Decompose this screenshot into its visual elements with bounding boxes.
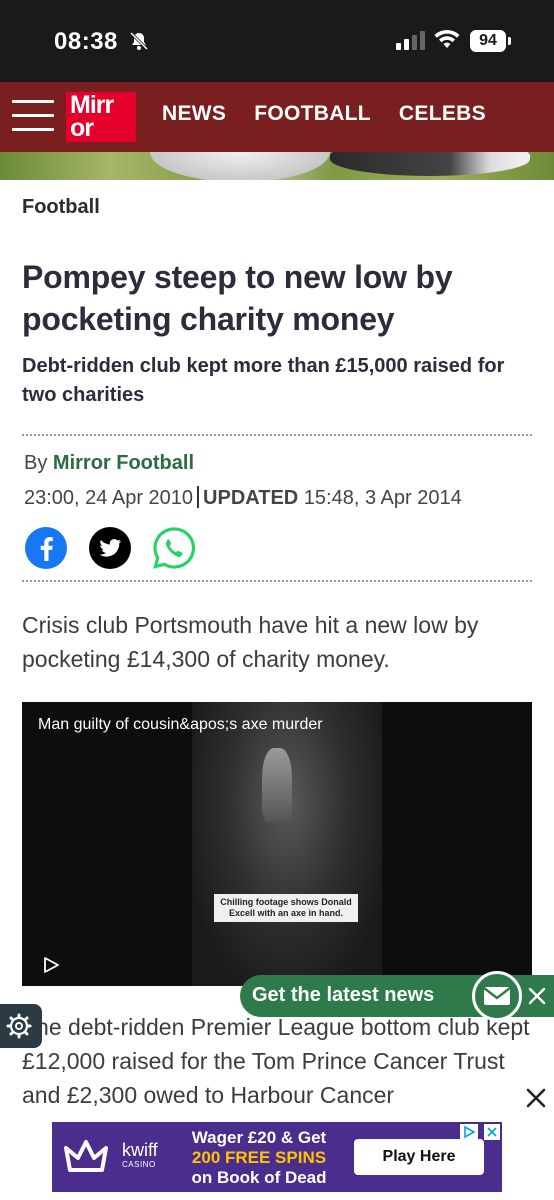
mirror-logo[interactable]: Mirr or [66, 92, 136, 142]
bell-muted-icon [129, 31, 149, 51]
ad-offer-line2: 200 FREE SPINS [191, 1148, 327, 1167]
ad-close-button[interactable] [518, 1080, 554, 1116]
article-headline: Pompey steep to new low by pocketing cha… [22, 259, 453, 337]
nav-link-news[interactable]: NEWS [162, 102, 226, 126]
close-icon[interactable] [526, 985, 548, 1007]
date-separator [197, 486, 200, 508]
site-header: Mirr or NEWS FOOTBALL CELEBS [0, 82, 554, 152]
video-frame [192, 702, 382, 986]
nav-links: NEWS FOOTBALL CELEBS [162, 102, 486, 126]
close-icon [526, 1088, 546, 1108]
ad-offer-line3: on Book of Dead [191, 1168, 327, 1187]
boot-image [330, 152, 530, 176]
newsletter-text: Get the latest news [252, 984, 435, 1006]
signal-icon [396, 31, 425, 50]
battery-indicator: 94 [470, 30, 506, 52]
status-time: 08:38 [54, 28, 118, 55]
nav-link-football[interactable]: FOOTBALL [254, 102, 371, 126]
ad-offer-line1: Wager £20 & Get [191, 1128, 327, 1147]
ad-cta-button[interactable]: Play Here [354, 1139, 484, 1175]
video-figure [262, 748, 292, 822]
whatsapp-icon[interactable] [152, 526, 196, 570]
gear-icon [6, 1013, 32, 1039]
play-icon[interactable] [42, 956, 60, 974]
nav-link-celebs[interactable]: CELEBS [399, 102, 486, 126]
status-bar: 08:38 94 [0, 0, 554, 82]
article-paragraph: Crisis club Portsmouth have hit a new lo… [22, 612, 479, 672]
updated-label: UPDATED [203, 487, 299, 509]
ad-brand-sub: CASINO [122, 1160, 156, 1169]
football-image [150, 152, 330, 180]
published-date: 23:00, 24 Apr 2010 [24, 487, 194, 509]
logo-line2: or [70, 114, 94, 142]
newsletter-bar[interactable]: Get the latest news [240, 971, 554, 1021]
video-caption: Chilling footage shows Donald Excell wit… [214, 894, 358, 922]
mail-button[interactable] [472, 971, 522, 1021]
ad-dismiss-icon[interactable] [484, 1124, 500, 1140]
mail-icon [483, 987, 511, 1005]
adchoices-icon[interactable] [460, 1124, 478, 1140]
video-title: Man guilty of cousin&apos;s axe murder [38, 716, 323, 733]
divider [22, 580, 532, 582]
divider [22, 434, 532, 436]
wifi-icon [434, 29, 460, 48]
author-link[interactable]: Mirror Football [53, 452, 194, 474]
dateline: 23:00, 24 Apr 2010 UPDATED 15:48, 3 Apr 2… [24, 486, 462, 510]
video-player[interactable]: Man guilty of cousin&apos;s axe murder C… [22, 702, 532, 986]
byline: By Mirror Football [24, 452, 194, 475]
ad-brand: kwiff [122, 1140, 158, 1160]
hero-image [0, 152, 554, 180]
twitter-icon[interactable] [88, 526, 132, 570]
article-paragraph: The debt-ridden Premier League bottom cl… [22, 1014, 530, 1108]
ad-banner[interactable]: kwiff CASINO Wager £20 & Get 200 FREE SP… [52, 1122, 502, 1192]
menu-icon[interactable] [12, 100, 54, 134]
kwiff-crown-icon [64, 1140, 108, 1172]
updated-date: 15:48, 3 Apr 2014 [303, 487, 462, 509]
article-standfirst: Debt-ridden club kept more than £15,000 … [22, 355, 505, 406]
facebook-icon[interactable] [24, 526, 68, 570]
byline-prefix: By [24, 452, 48, 474]
privacy-settings-button[interactable] [0, 1004, 42, 1048]
battery-tip [508, 37, 511, 45]
section-label[interactable]: Football [22, 196, 100, 219]
